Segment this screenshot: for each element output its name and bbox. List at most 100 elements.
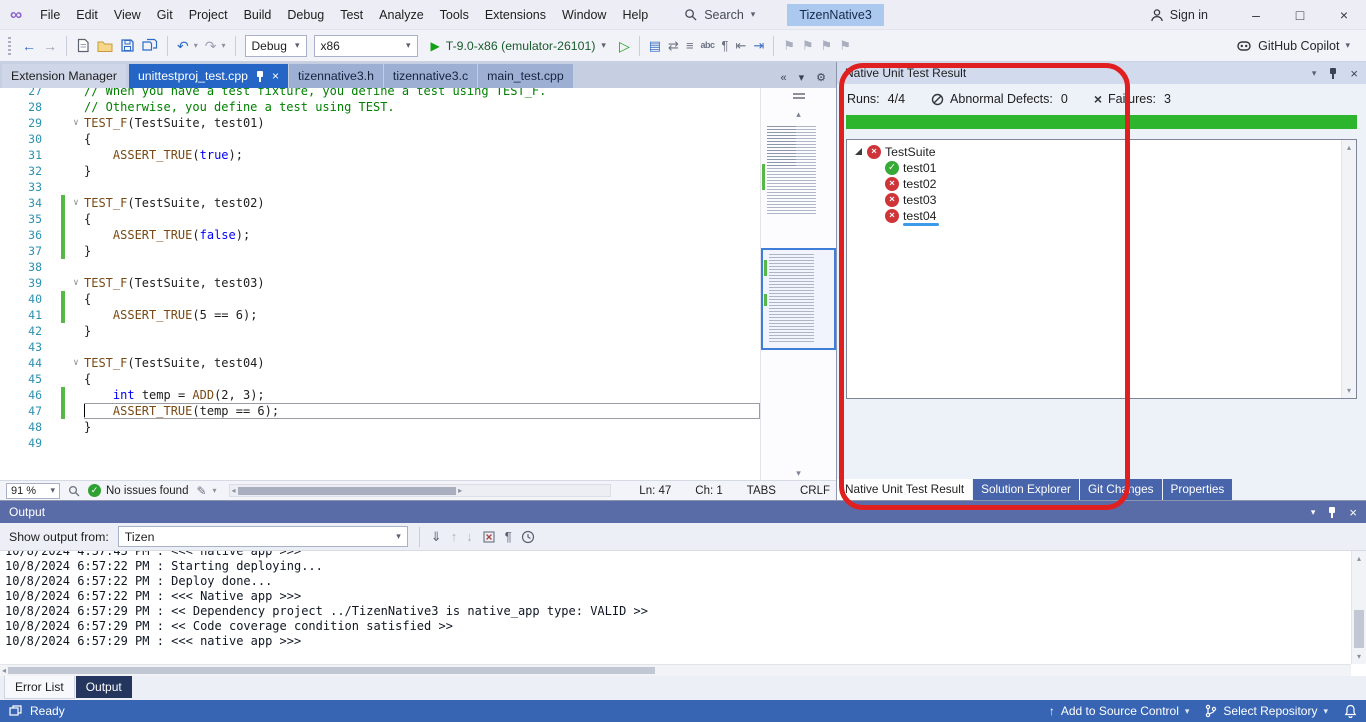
maximize-button[interactable]: □ bbox=[1278, 0, 1322, 30]
chevron-down-icon[interactable]: ▾ bbox=[213, 486, 217, 495]
close-icon[interactable]: × bbox=[272, 69, 279, 83]
code-area[interactable]: 27// When you have a test fixture, you d… bbox=[0, 88, 760, 480]
save-all-icon[interactable] bbox=[142, 38, 158, 53]
start-without-debugging-icon[interactable]: ▷ bbox=[619, 39, 630, 53]
tab-options-gear-icon[interactable]: ⚙ bbox=[816, 71, 826, 84]
code-line[interactable]: 40{ bbox=[0, 291, 760, 307]
menu-item-git[interactable]: Git bbox=[149, 4, 181, 26]
code-line[interactable]: 32} bbox=[0, 163, 760, 179]
scroll-tabs-left-icon[interactable]: « bbox=[780, 72, 786, 84]
previous-message-icon[interactable]: ↑ bbox=[451, 530, 458, 543]
toolbar-grip[interactable] bbox=[8, 37, 11, 55]
panel-tab[interactable]: Solution Explorer bbox=[973, 479, 1079, 500]
code-line[interactable]: 39∨TEST_F(TestSuite, test03) bbox=[0, 275, 760, 291]
window-position-icon[interactable]: ▾ bbox=[1311, 507, 1316, 518]
code-line[interactable]: 45{ bbox=[0, 371, 760, 387]
scrollbar-thumb[interactable] bbox=[8, 667, 655, 674]
window-position-icon[interactable]: ▾ bbox=[1312, 68, 1317, 79]
menu-item-file[interactable]: File bbox=[32, 4, 68, 26]
sign-in-button[interactable]: Sign in bbox=[1150, 8, 1208, 22]
code-line[interactable]: 44∨TEST_F(TestSuite, test04) bbox=[0, 355, 760, 371]
scroll-left-icon[interactable]: ◂ bbox=[232, 487, 236, 495]
code-line[interactable]: 27// When you have a test fixture, you d… bbox=[0, 88, 760, 99]
tree-expander-icon[interactable] bbox=[853, 146, 865, 158]
configuration-select[interactable]: Debug▾ bbox=[245, 35, 307, 57]
code-line[interactable]: 41 ASSERT_TRUE(5 == 6); bbox=[0, 307, 760, 323]
save-icon[interactable] bbox=[120, 38, 135, 53]
scroll-left-icon[interactable]: ◂ bbox=[2, 667, 6, 675]
word-wrap-icon[interactable]: ¶ bbox=[722, 39, 729, 52]
spell-check-icon[interactable]: abc bbox=[701, 41, 715, 50]
outdent-icon[interactable]: ⇤ bbox=[736, 39, 747, 52]
undo-icon[interactable]: ↶ bbox=[177, 39, 189, 53]
start-debugging-button[interactable]: ▶ T-9.0-x86 (emulator-26101) ▾ bbox=[425, 34, 612, 58]
menu-item-project[interactable]: Project bbox=[181, 4, 236, 26]
scroll-right-icon[interactable]: ▸ bbox=[458, 487, 462, 495]
menu-item-analyze[interactable]: Analyze bbox=[371, 4, 431, 26]
next-message-icon[interactable]: ↓ bbox=[466, 530, 473, 543]
search-box[interactable]: Search ▾ bbox=[674, 5, 765, 25]
scrollbar-thumb[interactable] bbox=[238, 487, 457, 495]
doc-tab[interactable]: tizennative3.c bbox=[384, 64, 477, 88]
output-log[interactable]: 10/8/2024 4:57:45 PM : <<< native app >>… bbox=[0, 551, 1366, 676]
toggle-bookmark-icon[interactable]: ⚑ bbox=[783, 39, 795, 52]
menu-item-edit[interactable]: Edit bbox=[68, 4, 106, 26]
code-cleanup-icon[interactable]: ✎ bbox=[196, 484, 206, 498]
menu-item-extensions[interactable]: Extensions bbox=[477, 4, 554, 26]
code-line[interactable]: 46 int temp = ADD(2, 3); bbox=[0, 387, 760, 403]
menu-item-help[interactable]: Help bbox=[614, 4, 656, 26]
navigate-forward-icon[interactable]: → bbox=[43, 39, 57, 53]
test-tree-item[interactable]: ×test02 bbox=[847, 176, 1356, 192]
scroll-down-icon[interactable]: ▾ bbox=[1347, 386, 1351, 395]
solution-name-chip[interactable]: TizenNative3 bbox=[787, 4, 884, 26]
platform-select[interactable]: x86▾ bbox=[314, 35, 418, 57]
code-editor[interactable]: 27// When you have a test fixture, you d… bbox=[0, 88, 836, 480]
previous-bookmark-icon[interactable]: ⚑ bbox=[802, 39, 814, 52]
copilot-button[interactable]: GitHub Copilot ▾ bbox=[1236, 38, 1350, 54]
pin-icon[interactable] bbox=[1327, 506, 1337, 519]
code-line[interactable]: 37} bbox=[0, 243, 760, 259]
code-line[interactable]: 29∨TEST_F(TestSuite, test01) bbox=[0, 115, 760, 131]
close-button[interactable]: × bbox=[1322, 0, 1366, 30]
timestamp-icon[interactable] bbox=[521, 530, 535, 544]
code-line[interactable]: 34∨TEST_F(TestSuite, test02) bbox=[0, 195, 760, 211]
doc-tab[interactable]: Extension Manager bbox=[2, 64, 126, 88]
minimap-column[interactable]: ▴ ▾ bbox=[760, 88, 836, 480]
minimap-viewport[interactable] bbox=[761, 248, 836, 350]
scrollbar-thumb[interactable] bbox=[1354, 610, 1364, 648]
splitter-handle-icon[interactable] bbox=[793, 90, 805, 104]
menu-item-debug[interactable]: Debug bbox=[279, 4, 332, 26]
menu-item-test[interactable]: Test bbox=[332, 4, 371, 26]
test-tree-item[interactable]: ×test04 bbox=[847, 208, 1356, 224]
panel-header[interactable]: Native Unit Test Result ▾ × bbox=[837, 62, 1366, 84]
clear-bookmarks-icon[interactable]: ⚑ bbox=[839, 39, 851, 52]
scroll-up-icon[interactable]: ▴ bbox=[1357, 554, 1361, 563]
menu-item-build[interactable]: Build bbox=[236, 4, 280, 26]
add-to-source-control-button[interactable]: ↑ Add to Source Control ▾ bbox=[1049, 704, 1190, 718]
scroll-down-icon[interactable]: ▾ bbox=[1357, 652, 1361, 661]
fold-icon[interactable]: ∨ bbox=[68, 115, 84, 131]
output-window-icon[interactable]: ▤ bbox=[649, 39, 661, 52]
code-line[interactable]: 47 ASSERT_TRUE(temp == 6); bbox=[0, 403, 760, 419]
output-panel-header[interactable]: Output ▾ × bbox=[0, 501, 1366, 523]
navigate-back-icon[interactable]: ← bbox=[22, 39, 36, 53]
code-line[interactable]: 30{ bbox=[0, 131, 760, 147]
chevron-down-icon[interactable]: ▾ bbox=[194, 41, 198, 50]
close-icon[interactable]: × bbox=[1350, 66, 1358, 81]
fold-icon[interactable]: ∨ bbox=[68, 355, 84, 371]
sync-files-icon[interactable]: ⇄ bbox=[668, 39, 679, 52]
pin-icon[interactable] bbox=[1328, 67, 1338, 80]
test-tree-item[interactable]: ×TestSuite bbox=[847, 144, 1356, 160]
menu-item-view[interactable]: View bbox=[106, 4, 149, 26]
panel-tab[interactable]: Properties bbox=[1163, 479, 1233, 500]
chevron-down-icon[interactable]: ▾ bbox=[221, 41, 225, 50]
test-tree-item[interactable]: ✓test01 bbox=[847, 160, 1356, 176]
doc-tab[interactable]: main_test.cpp bbox=[478, 64, 573, 88]
code-line[interactable]: 38 bbox=[0, 259, 760, 275]
menu-item-tools[interactable]: Tools bbox=[432, 4, 477, 26]
new-project-icon[interactable] bbox=[76, 38, 90, 53]
indent-icon[interactable]: ⇥ bbox=[753, 39, 764, 52]
pin-icon[interactable] bbox=[255, 70, 265, 83]
scroll-down-icon[interactable]: ▾ bbox=[796, 469, 801, 478]
code-line[interactable]: 42} bbox=[0, 323, 760, 339]
